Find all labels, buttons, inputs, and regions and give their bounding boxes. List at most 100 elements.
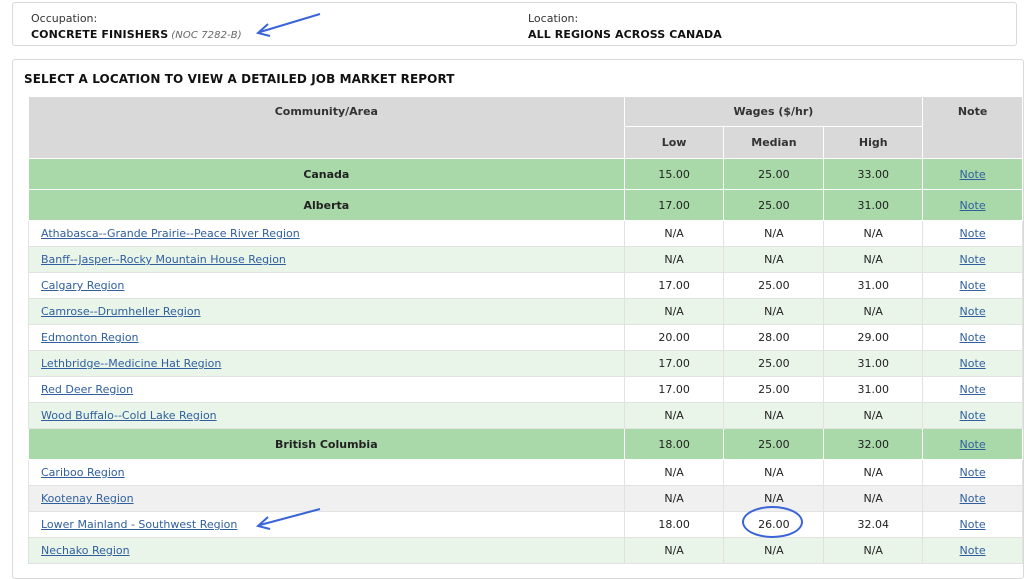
note-cell: Note	[922, 350, 1023, 377]
wage-high: N/A	[823, 537, 924, 564]
wages-table: Community/Area Wages ($/hr) Note Low Med…	[28, 96, 1023, 564]
wage-high: N/A	[823, 485, 924, 512]
wage-high: 32.04	[823, 511, 924, 538]
wage-high: 31.00	[823, 376, 924, 403]
note-cell: Note	[922, 298, 1023, 325]
table-row: Red Deer Region 17.00 25.00 31.00 Note	[28, 376, 1023, 403]
note-cell: Note	[922, 220, 1023, 247]
section-title: SELECT A LOCATION TO VIEW A DETAILED JOB…	[24, 72, 455, 86]
table-row: Banff--Jasper--Rocky Mountain House Regi…	[28, 246, 1023, 273]
note-link[interactable]: Note	[960, 168, 986, 181]
table-row: Lethbridge--Medicine Hat Region 17.00 25…	[28, 350, 1023, 377]
wage-low: N/A	[623, 485, 725, 512]
occupation-value: CONCRETE FINISHERS (NOC 7282-B)	[31, 28, 242, 41]
wage-low: 18.00	[623, 428, 725, 460]
note-link[interactable]: Note	[960, 227, 986, 240]
note-cell: Note	[922, 189, 1023, 221]
community-link[interactable]: Lethbridge--Medicine Hat Region	[41, 357, 221, 370]
wage-median: 25.00	[723, 158, 825, 190]
note-link[interactable]: Note	[960, 492, 986, 505]
noc-code: (NOC 7282-B)	[171, 30, 242, 41]
note-link[interactable]: Note	[960, 544, 986, 557]
wage-low: N/A	[623, 459, 725, 486]
note-link[interactable]: Note	[960, 438, 986, 451]
community-link[interactable]: Wood Buffalo--Cold Lake Region	[41, 409, 217, 422]
note-link[interactable]: Note	[960, 409, 986, 422]
community-cell: Calgary Region	[28, 272, 625, 299]
header-community: Community/Area	[28, 96, 625, 159]
community-cell: Nechako Region	[28, 537, 625, 564]
annotation-arrow-icon	[255, 13, 321, 37]
wage-median: N/A	[723, 459, 825, 486]
wage-high: 31.00	[823, 189, 924, 221]
wage-low: 18.00	[623, 511, 725, 538]
header-note: Note	[922, 96, 1023, 159]
table-row: Edmonton Region 20.00 28.00 29.00 Note	[28, 324, 1023, 351]
community-link[interactable]: Camrose--Drumheller Region	[41, 305, 201, 318]
community-cell: Camrose--Drumheller Region	[28, 298, 625, 325]
note-cell: Note	[922, 246, 1023, 273]
job-market-report-panel: SELECT A LOCATION TO VIEW A DETAILED JOB…	[12, 59, 1024, 579]
note-cell: Note	[922, 537, 1023, 564]
note-link[interactable]: Note	[960, 305, 986, 318]
note-cell: Note	[922, 485, 1023, 512]
community-link[interactable]: Kootenay Region	[41, 492, 134, 505]
note-link[interactable]: Note	[960, 466, 986, 479]
wage-median: 25.00	[723, 272, 825, 299]
table-row: Cariboo Region N/A N/A N/A Note	[28, 459, 1023, 486]
header-low: Low	[623, 126, 725, 159]
wage-median: 28.00	[723, 324, 825, 351]
community-cell: Red Deer Region	[28, 376, 625, 403]
table-row: Lower Mainland - Southwest Region 18.00 …	[28, 511, 1023, 538]
table-row-canada: Canada 15.00 25.00 33.00 Note	[28, 158, 1023, 190]
community-link[interactable]: Banff--Jasper--Rocky Mountain House Regi…	[41, 253, 286, 266]
note-cell: Note	[922, 324, 1023, 351]
note-link[interactable]: Note	[960, 279, 986, 292]
table-row: Athabasca--Grande Prairie--Peace River R…	[28, 220, 1023, 247]
wage-high: N/A	[823, 246, 924, 273]
community-link[interactable]: Cariboo Region	[41, 466, 125, 479]
annotation-arrow-icon	[255, 508, 321, 530]
community-name: British Columbia	[28, 428, 625, 460]
occupation-name: CONCRETE FINISHERS	[31, 28, 169, 41]
community-link[interactable]: Athabasca--Grande Prairie--Peace River R…	[41, 227, 300, 240]
note-link[interactable]: Note	[960, 199, 986, 212]
wage-high: 33.00	[823, 158, 924, 190]
note-link[interactable]: Note	[960, 331, 986, 344]
wage-low: N/A	[623, 402, 725, 429]
wage-median: N/A	[723, 246, 825, 273]
wage-low: 17.00	[623, 272, 725, 299]
note-cell: Note	[922, 428, 1023, 460]
wage-low: 17.00	[623, 376, 725, 403]
table-row: Calgary Region 17.00 25.00 31.00 Note	[28, 272, 1023, 299]
wage-low: 17.00	[623, 189, 725, 221]
community-cell: Lethbridge--Medicine Hat Region	[28, 350, 625, 377]
wage-low: 17.00	[623, 350, 725, 377]
community-name: Canada	[28, 158, 625, 190]
wage-high: N/A	[823, 298, 924, 325]
table-row: Camrose--Drumheller Region N/A N/A N/A N…	[28, 298, 1023, 325]
note-link[interactable]: Note	[960, 253, 986, 266]
header-median: Median	[723, 126, 825, 159]
wage-median: 25.00	[723, 376, 825, 403]
community-link[interactable]: Red Deer Region	[41, 383, 133, 396]
wage-high: 29.00	[823, 324, 924, 351]
community-link[interactable]: Lower Mainland - Southwest Region	[41, 518, 237, 531]
community-link[interactable]: Nechako Region	[41, 544, 130, 557]
note-link[interactable]: Note	[960, 518, 986, 531]
table-row: Nechako Region N/A N/A N/A Note	[28, 537, 1023, 564]
location-label: Location:	[528, 12, 579, 25]
community-link[interactable]: Edmonton Region	[41, 331, 139, 344]
community-cell: Wood Buffalo--Cold Lake Region	[28, 402, 625, 429]
table-row-alberta: Alberta 17.00 25.00 31.00 Note	[28, 189, 1023, 221]
wage-high: 32.00	[823, 428, 924, 460]
wage-low: N/A	[623, 220, 725, 247]
wage-low: 20.00	[623, 324, 725, 351]
note-link[interactable]: Note	[960, 383, 986, 396]
header-high: High	[823, 126, 924, 159]
wage-high: 31.00	[823, 272, 924, 299]
note-link[interactable]: Note	[960, 357, 986, 370]
wage-low: N/A	[623, 537, 725, 564]
wage-median: N/A	[723, 402, 825, 429]
community-link[interactable]: Calgary Region	[41, 279, 124, 292]
